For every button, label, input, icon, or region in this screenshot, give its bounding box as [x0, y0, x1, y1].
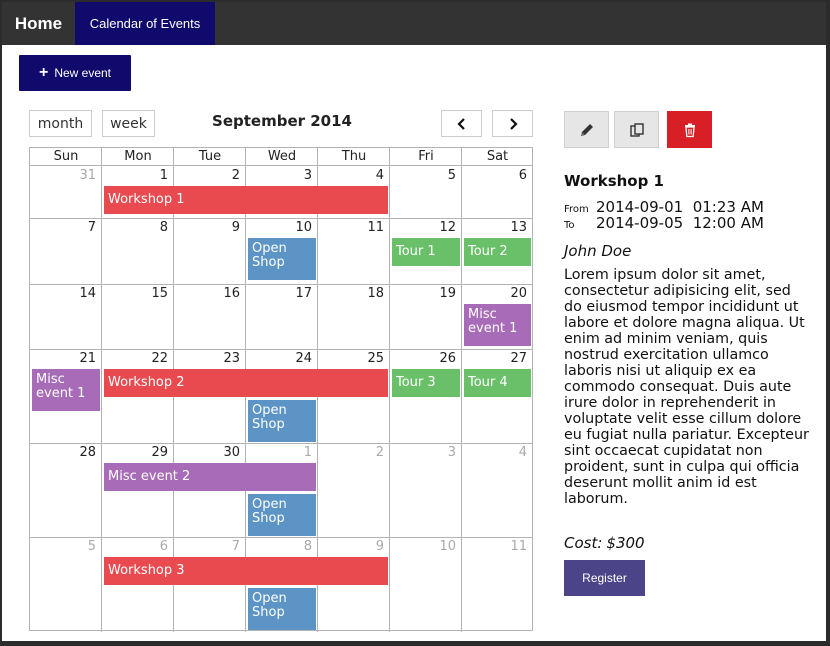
month-grid: Sun Mon Tue Wed Thu Fri Sat 31 1 2 3 4 5 6 Workshop 17…	[29, 147, 533, 632]
plus-icon: +	[38, 64, 49, 81]
new-event-button[interactable]: + New event	[19, 55, 131, 91]
calendar-event[interactable]: Open Shop	[248, 238, 316, 280]
copy-icon	[629, 122, 644, 137]
day-number: 9	[375, 539, 384, 554]
day-number: 16	[223, 286, 240, 301]
day-number: 17	[295, 286, 312, 301]
day-number: 15	[151, 286, 168, 301]
calendar-event[interactable]: Misc event 1	[464, 304, 531, 346]
app-window: Home Calendar of Events + New event mont…	[2, 2, 826, 641]
day-number: 26	[439, 351, 456, 366]
weekday-header: Thu	[318, 148, 390, 166]
day-number: 22	[151, 351, 168, 366]
weekday-header: Sat	[462, 148, 533, 166]
nav-home[interactable]: Home	[2, 2, 75, 45]
top-nav: Home Calendar of Events	[2, 2, 826, 45]
calendar-event[interactable]: Workshop 2	[104, 369, 388, 397]
trash-icon	[684, 123, 695, 137]
day-number: 9	[231, 220, 240, 235]
event-description: Lorem ipsum dolor sit amet, consectetur …	[564, 267, 809, 507]
nav-calendar-of-events[interactable]: Calendar of Events	[75, 2, 215, 45]
calendar-event[interactable]: Workshop 3	[104, 557, 388, 585]
day-number: 12	[439, 220, 456, 235]
day-number: 8	[159, 220, 168, 235]
day-number: 1	[303, 445, 312, 460]
day-number: 14	[79, 286, 96, 301]
pencil-icon	[580, 123, 593, 136]
weekday-header: Mon	[102, 148, 174, 166]
day-number: 11	[510, 539, 527, 554]
chevron-left-icon	[456, 117, 465, 130]
calendar-event[interactable]: Tour 4	[464, 369, 531, 397]
day-number: 6	[159, 539, 168, 554]
chevron-right-icon	[509, 117, 518, 130]
calendar-event[interactable]: Open Shop	[248, 494, 316, 536]
day-number: 5	[87, 539, 96, 554]
day-number: 10	[295, 220, 312, 235]
weekday-header: Tue	[174, 148, 246, 166]
day-number: 4	[375, 168, 384, 183]
day-number: 27	[510, 351, 527, 366]
day-number: 31	[79, 168, 96, 183]
day-number: 5	[447, 168, 456, 183]
event-organizer: John Doe	[564, 242, 632, 260]
day-number: 1	[159, 168, 168, 183]
prev-month-button[interactable]	[441, 110, 482, 137]
day-number: 7	[231, 539, 240, 554]
day-number: 28	[79, 445, 96, 460]
day-number: 2	[231, 168, 240, 183]
day-number: 8	[303, 539, 312, 554]
day-number: 29	[151, 445, 168, 460]
new-event-label: New event	[54, 66, 112, 80]
delete-event-button[interactable]	[667, 111, 712, 148]
weekday-header: Sun	[30, 148, 102, 166]
day-number: 23	[223, 351, 240, 366]
copy-event-button[interactable]	[614, 111, 659, 148]
day-number: 3	[303, 168, 312, 183]
day-number: 20	[510, 286, 527, 301]
calendar-event[interactable]: Open Shop	[248, 588, 316, 630]
edit-event-button[interactable]	[564, 111, 609, 148]
calendar-event[interactable]: Misc event 1	[32, 369, 100, 411]
event-cost: Cost: $300	[564, 534, 645, 552]
weekday-header: Wed	[246, 148, 318, 166]
to-value: 2014-09-05 12:00 AM	[596, 214, 764, 232]
cost-label: Cost:	[564, 534, 603, 552]
next-month-button[interactable]	[492, 110, 533, 137]
day-number: 3	[447, 445, 456, 460]
month-view-button[interactable]: month	[29, 110, 92, 137]
day-number: 4	[518, 445, 527, 460]
cost-value: $300	[606, 534, 645, 552]
calendar-event[interactable]: Tour 3	[392, 369, 460, 397]
calendar-title: September 2014	[212, 112, 352, 130]
day-number: 2	[375, 445, 384, 460]
calendar-event[interactable]: Open Shop	[248, 400, 316, 442]
weekday-header: Fri	[390, 148, 462, 166]
event-title: Workshop 1	[564, 172, 664, 190]
calendar-event[interactable]: Tour 1	[392, 238, 460, 266]
day-number: 30	[223, 445, 240, 460]
day-number: 6	[518, 168, 527, 183]
day-number: 25	[367, 351, 384, 366]
day-number: 19	[439, 286, 456, 301]
day-number: 21	[79, 351, 96, 366]
calendar-event[interactable]: Misc event 2	[104, 463, 316, 491]
event-to: To 2014-09-05 12:00 AM	[564, 214, 764, 232]
register-button[interactable]: Register	[564, 560, 645, 596]
calendar-event[interactable]: Tour 2	[464, 238, 531, 266]
day-number: 13	[510, 220, 527, 235]
week-view-button[interactable]: week	[102, 110, 155, 137]
day-number: 18	[367, 286, 384, 301]
day-number: 10	[439, 539, 456, 554]
to-label: To	[564, 220, 575, 231]
day-number: 11	[367, 220, 384, 235]
day-number: 24	[295, 351, 312, 366]
calendar-event[interactable]: Workshop 1	[104, 186, 388, 214]
day-number: 7	[87, 220, 96, 235]
